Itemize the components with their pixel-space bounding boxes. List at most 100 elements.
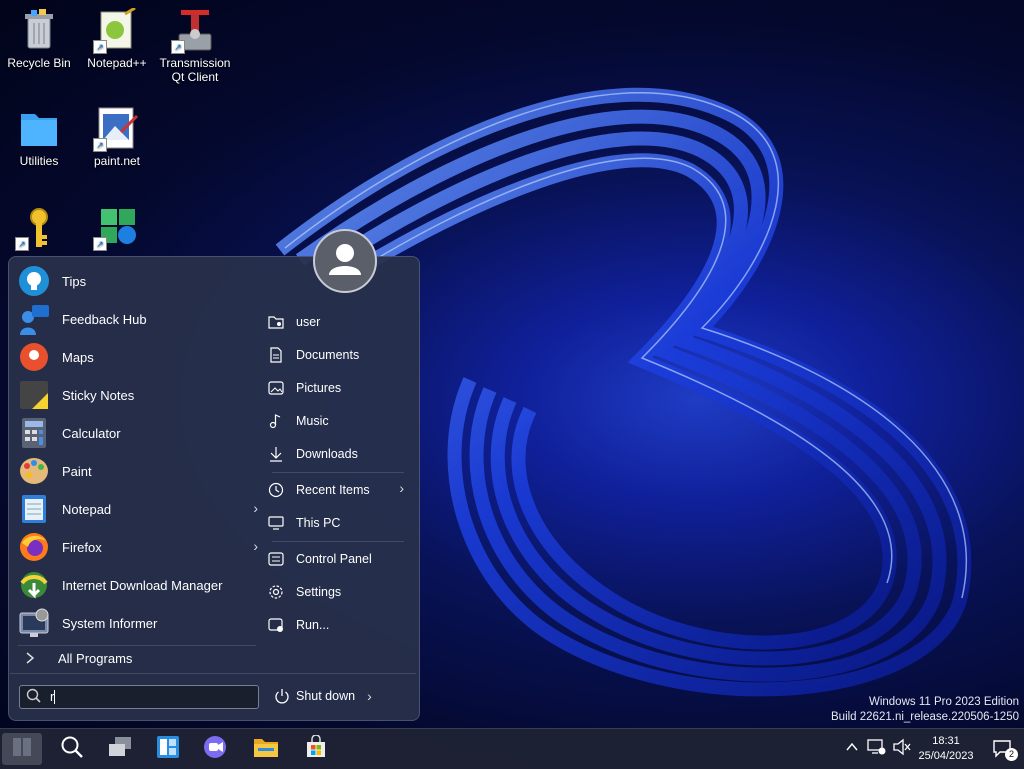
program-label: Sticky Notes (62, 387, 135, 403)
clock-icon (266, 480, 286, 500)
start-program-sticky-notes[interactable]: Sticky Notes (18, 376, 258, 414)
start-button-icon (11, 736, 33, 763)
separator (272, 541, 404, 542)
document-icon (266, 345, 286, 365)
start-button[interactable] (2, 733, 42, 765)
music-icon (266, 411, 286, 431)
separator (272, 472, 404, 473)
app-leaf-icon: ↗ (93, 205, 139, 251)
watermark-edition: Windows 11 Pro 2023 Edition (868, 696, 1019, 708)
store-icon (304, 733, 328, 764)
start-program-idm[interactable]: Internet Download Manager (18, 566, 258, 604)
start-place-downloads[interactable]: Downloads (266, 440, 406, 468)
tray-network-button[interactable] (864, 729, 888, 769)
all-programs-label: All Programs (58, 650, 133, 666)
shortcut-arrow-icon: ↗ (93, 40, 107, 54)
notepadpp-icon: ↗ (93, 6, 139, 54)
all-programs-button[interactable]: All Programs (18, 640, 258, 676)
chevron-right-icon: › (253, 500, 258, 516)
place-label: Run... (296, 618, 330, 632)
start-program-notepad[interactable]: Notepad › (18, 490, 258, 528)
tray-clock[interactable]: 18:31 25/04/2023 (914, 729, 978, 769)
place-label: Documents (296, 348, 360, 362)
desktop-icon-paintnet[interactable]: ↗ paint.net (78, 106, 156, 168)
start-program-system-informer[interactable]: System Informer (18, 604, 258, 642)
calculator-icon (18, 417, 50, 449)
place-label: Pictures (296, 381, 342, 395)
desktop-icon-label: Recycle Bin (7, 56, 71, 70)
desktop-icon-key-app[interactable]: ↗ (0, 205, 78, 253)
start-place-run[interactable]: Run... (266, 611, 406, 639)
start-place-user[interactable]: user (266, 308, 406, 336)
chevron-right-icon (20, 642, 40, 674)
edition-watermark: Windows 11 Pro 2023 Edition Build 22621.… (831, 695, 1019, 725)
paint-icon (18, 455, 50, 487)
start-program-feedback-hub[interactable]: Feedback Hub (18, 300, 258, 338)
taskbar-search-button[interactable] (52, 733, 92, 765)
start-place-settings[interactable]: Settings (266, 578, 406, 606)
start-program-firefox[interactable]: Firefox › (18, 528, 258, 566)
program-label: System Informer (62, 615, 158, 631)
gear-icon (266, 582, 286, 602)
place-label: Settings (296, 585, 342, 599)
program-label: Firefox (62, 539, 102, 555)
user-avatar[interactable] (313, 229, 377, 293)
widgets-icon (156, 735, 180, 764)
firefox-icon (18, 531, 50, 563)
search-icon (60, 735, 84, 764)
place-label: This PC (296, 516, 341, 530)
shutdown-button[interactable]: Shut down › (274, 684, 394, 708)
start-program-paint[interactable]: Paint (18, 452, 258, 490)
taskbar-widgets-button[interactable] (148, 733, 188, 765)
desktop-icon-transmission[interactable]: ↗ Transmission Qt Client (156, 8, 234, 84)
shortcut-arrow-icon: ↗ (93, 237, 107, 251)
run-icon (266, 615, 286, 635)
recycle-bin-icon (17, 8, 61, 52)
start-place-documents[interactable]: Documents (266, 341, 406, 369)
taskbar-chat-button[interactable] (196, 733, 236, 765)
tray-overflow-button[interactable] (842, 729, 862, 769)
start-place-this-pc[interactable]: This PC (266, 509, 406, 537)
paintnet-icon: ↗ (93, 106, 139, 152)
start-place-control-panel[interactable]: Control Panel (266, 545, 406, 573)
notepad-icon (18, 493, 50, 525)
desktop-icon-label: Transmission Qt Client (159, 56, 231, 84)
chevron-right-icon: › (253, 538, 258, 554)
notification-center-button[interactable]: 2 (988, 729, 1018, 769)
start-program-tips[interactable]: Tips (18, 262, 258, 300)
program-label: Internet Download Manager (62, 577, 223, 593)
folder-icon (17, 106, 61, 150)
download-icon (266, 444, 286, 464)
notification-count-badge: 2 (1005, 748, 1018, 761)
start-search-box[interactable]: r (19, 685, 259, 709)
start-program-maps[interactable]: Maps (18, 338, 258, 376)
maps-icon (18, 341, 50, 373)
program-label: Tips (62, 273, 87, 289)
desktop-icon-recycle-bin[interactable]: Recycle Bin (0, 8, 78, 70)
chevron-right-icon: › (399, 480, 404, 496)
taskbar-store-button[interactable] (296, 733, 336, 765)
desktop-icon-leaf-app[interactable]: ↗ (78, 205, 156, 253)
start-place-music[interactable]: Music (266, 407, 406, 435)
desktop-icon-utilities[interactable]: Utilities (0, 106, 78, 168)
sticky-notes-icon (18, 379, 50, 411)
shutdown-label: Shut down (296, 689, 356, 703)
start-place-pictures[interactable]: Pictures (266, 374, 406, 402)
taskbar-task-view-button[interactable] (100, 733, 140, 765)
program-label: Paint (62, 463, 92, 479)
place-label: user (296, 315, 321, 329)
clock-time: 18:31 (932, 735, 960, 747)
start-place-recent-items[interactable]: Recent Items › (266, 476, 406, 504)
place-label: Control Panel (296, 552, 372, 566)
chevron-right-icon[interactable]: › (367, 688, 372, 704)
tray-volume-button[interactable] (890, 729, 914, 769)
taskbar-file-explorer-button[interactable] (246, 733, 286, 765)
shortcut-arrow-icon: ↗ (171, 40, 185, 54)
text-caret (54, 690, 55, 704)
place-label: Recent Items (296, 483, 370, 497)
file-explorer-icon (253, 735, 279, 764)
program-label: Maps (62, 349, 94, 365)
start-program-calculator[interactable]: Calculator (18, 414, 258, 452)
watermark-build: Build 22621.ni_release.220506-1250 (831, 711, 1019, 723)
desktop-icon-notepadpp[interactable]: ↗ Notepad++ (78, 6, 156, 70)
